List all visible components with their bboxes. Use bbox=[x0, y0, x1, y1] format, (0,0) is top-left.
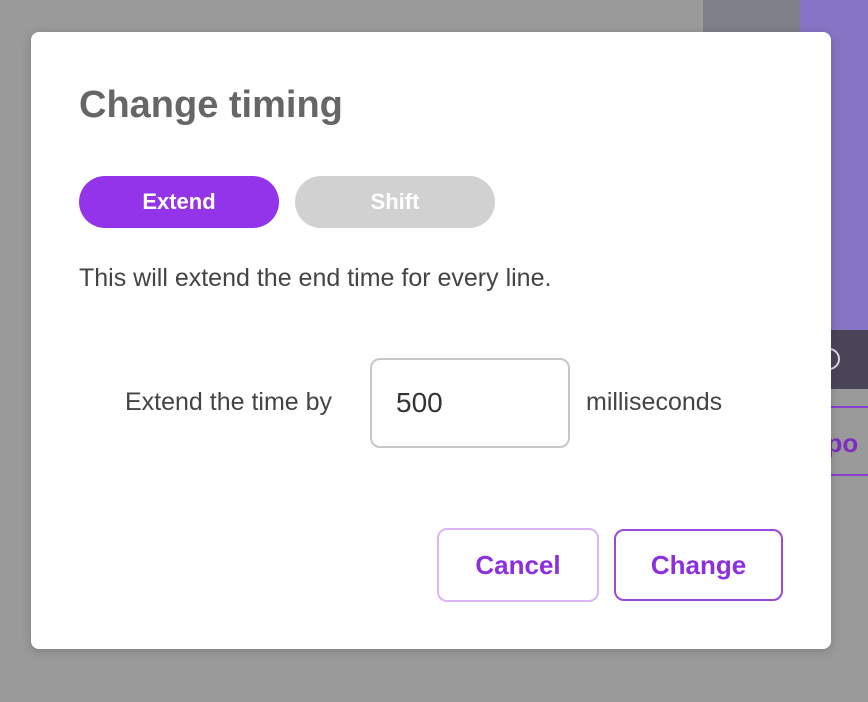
extend-amount-label: Extend the time by bbox=[125, 388, 333, 416]
change-timing-dialog: Change timing Extend Shift This will ext… bbox=[31, 32, 831, 649]
extend-mode-button[interactable]: Extend bbox=[79, 176, 279, 228]
extend-amount-row: Extend the time by milliseconds bbox=[31, 358, 831, 448]
mode-description: This will extend the end time for every … bbox=[79, 264, 552, 292]
dialog-title: Change timing bbox=[79, 84, 343, 126]
milliseconds-input[interactable] bbox=[370, 358, 570, 448]
cancel-button[interactable]: Cancel bbox=[437, 528, 599, 602]
unit-label: milliseconds bbox=[586, 388, 723, 416]
change-button[interactable]: Change bbox=[614, 529, 783, 601]
shift-mode-button[interactable]: Shift bbox=[295, 176, 495, 228]
mode-toggle: Extend Shift bbox=[79, 176, 499, 228]
